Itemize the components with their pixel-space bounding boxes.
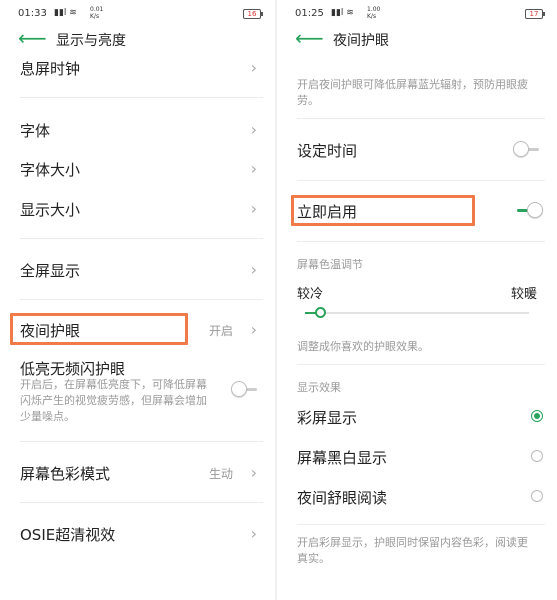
chevron-right-icon: › [250, 260, 257, 279]
highlight-box [291, 195, 475, 226]
divider [297, 180, 545, 181]
schedule-label: 设定时间 [297, 142, 358, 160]
section-title-temperature: 屏幕色温调节 [297, 258, 363, 271]
effect-option-label: 彩屏显示 [297, 409, 358, 427]
color-temperature-slider[interactable] [305, 306, 529, 320]
menu-item-font[interactable]: 字体 › [20, 120, 263, 140]
effect-option-grayscale[interactable]: 屏幕黑白显示 [297, 447, 545, 467]
low-brightness-toggle[interactable] [231, 381, 261, 397]
schedule-toggle[interactable] [513, 141, 543, 157]
menu-item-label: 字体大小 [20, 161, 81, 179]
menu-item-screen-off-clock[interactable]: 息屏时钟 › [20, 58, 263, 78]
menu-item-color-mode[interactable]: 屏幕色彩模式 生动 › [20, 463, 263, 483]
page-title: 夜间护眼 [333, 33, 389, 49]
display-brightness-screen: 01:33 ▮▮l ≋ 0.01 K/s 16 ⟵ 显示与亮度 息屏时钟 › 字体… [0, 0, 275, 600]
divider [297, 118, 545, 119]
divider [297, 241, 545, 242]
menu-item-label: OSIE超清视效 [20, 526, 116, 544]
chevron-right-icon: › [250, 199, 257, 218]
divider [20, 238, 263, 239]
divider [20, 502, 263, 503]
menu-item-label: 息屏时钟 [20, 60, 81, 78]
back-arrow-icon[interactable]: ⟵ [295, 28, 324, 50]
back-arrow-icon[interactable]: ⟵ [18, 28, 47, 50]
divider [20, 97, 263, 98]
divider [297, 524, 545, 525]
menu-item-value: 开启 [208, 324, 233, 338]
menu-item-label: 显示大小 [20, 201, 81, 219]
battery-icon: 16 [243, 9, 263, 19]
highlight-box [10, 313, 188, 345]
toggle-knob [513, 141, 529, 157]
signal-icon: ▮▮l ≋ [54, 8, 77, 18]
schedule-row[interactable]: 设定时间 [297, 140, 545, 160]
divider [297, 364, 545, 365]
section-title-effect: 显示效果 [297, 381, 341, 394]
chevron-right-icon: › [250, 524, 257, 543]
slider-thumb[interactable] [315, 307, 326, 318]
cooler-label: 较冷 [297, 287, 324, 302]
chevron-right-icon: › [250, 159, 257, 178]
status-bar: 01:25 ▮▮l ≋ 1.00 K/s 17 [295, 6, 549, 22]
battery-icon: 17 [525, 9, 545, 19]
menu-item-display-size[interactable]: 显示大小 › [20, 199, 263, 219]
menu-item-label: 低亮无频闪护眼 [20, 360, 126, 378]
network-speed: 1.00 K/s [367, 6, 381, 20]
menu-item-osie[interactable]: OSIE超清视效 › [20, 524, 263, 544]
app-header: ⟵ 夜间护眼 [295, 28, 557, 52]
divider [20, 299, 263, 300]
status-time: 01:25 [295, 8, 324, 19]
intro-text: 开启夜间护眼可降低屏幕蓝光辐射，预防用眼疲劳。 [297, 78, 528, 107]
chevron-right-icon: › [250, 320, 257, 339]
divider [20, 441, 263, 442]
chevron-right-icon: › [250, 120, 257, 139]
signal-icon: ▮▮l ≋ [331, 8, 354, 18]
warmer-label: 较暖 [510, 287, 537, 302]
menu-item-description: 开启后，在屏幕低亮度下，可降低屏幕闪烁产生的视觉疲劳感，但屏幕会增加少量噪点。 [20, 378, 207, 423]
toggle-knob [231, 381, 247, 397]
chevron-right-icon: › [250, 58, 257, 77]
night-mode-screen: 01:25 ▮▮l ≋ 1.00 K/s 17 ⟵ 夜间护眼 开启夜间护眼可降低屏… [277, 0, 557, 600]
effect-radio-color[interactable] [531, 410, 543, 422]
status-time: 01:33 [18, 8, 47, 19]
menu-item-font-size[interactable]: 字体大小 › [20, 159, 263, 179]
menu-item-fullscreen[interactable]: 全屏显示 › [20, 260, 263, 280]
chevron-right-icon: › [250, 463, 257, 482]
enable-now-toggle[interactable] [513, 202, 543, 218]
effect-option-label: 屏幕黑白显示 [297, 449, 388, 467]
status-bar: 01:33 ▮▮l ≋ 0.01 K/s 16 [18, 6, 267, 22]
temperature-hint: 调整成你喜欢的护眼效果。 [297, 340, 429, 353]
menu-item-label: 全屏显示 [20, 262, 81, 280]
effect-note: 开启彩屏显示，护眼同时保留内容色彩，阅读更真实。 [297, 536, 528, 565]
page-title: 显示与亮度 [56, 33, 126, 49]
slider-track [305, 312, 529, 314]
toggle-knob [527, 202, 543, 218]
effect-option-label: 夜间舒眼阅读 [297, 489, 388, 507]
network-speed: 0.01 K/s [90, 6, 104, 20]
effect-option-reading[interactable]: 夜间舒眼阅读 [297, 487, 545, 507]
effect-radio-grayscale[interactable] [531, 450, 543, 462]
menu-item-label: 字体 [20, 122, 51, 140]
menu-item-low-brightness[interactable]: 低亮无频闪护眼 [20, 358, 263, 378]
menu-item-label: 屏幕色彩模式 [20, 465, 111, 483]
menu-item-value: 生动 [208, 467, 233, 481]
app-header: ⟵ 显示与亮度 [18, 28, 275, 52]
effect-radio-reading[interactable] [531, 490, 543, 502]
effect-option-color[interactable]: 彩屏显示 [297, 407, 545, 427]
